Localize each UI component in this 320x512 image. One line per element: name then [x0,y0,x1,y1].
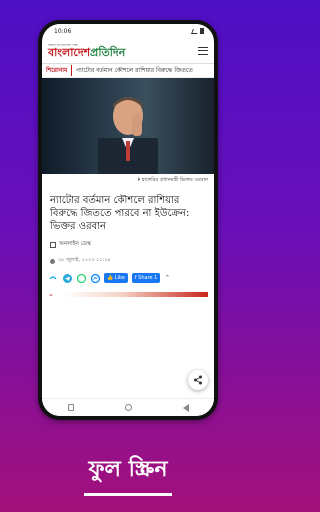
home-icon[interactable] [124,404,132,411]
phone-frame: 10:06 আমরা বাংলাদেশের পক্ষে বাংলাদেশপ্রত… [38,20,218,420]
signal-icon [191,28,199,34]
android-nav-bar [42,398,214,416]
ad-row: ⌄ [42,287,214,301]
article-date: ২৮ জুলাই, ২০২৩ ২১:১৮ [42,253,214,269]
hamburger-icon[interactable] [198,46,208,55]
messenger-icon[interactable] [90,273,100,283]
article-author[interactable]: অনলাইন ডেস্ক [42,237,214,253]
whatsapp-icon[interactable] [76,273,86,283]
share-fab[interactable] [188,370,208,390]
status-bar: 10:06 [42,24,214,38]
fb-share-button[interactable]: f Share 1 [131,273,161,283]
status-icons [191,28,204,34]
recent-apps-icon[interactable] [67,404,74,411]
author-name: অনলাইন ডেস্ক [59,241,91,247]
ad-banner[interactable] [61,291,208,297]
telegram-icon[interactable] [62,273,72,283]
news-ticker[interactable]: শিরোনাম ন্যাটোর বর্তমান কৌশলে রাশিয়ার ব… [42,64,214,78]
ticker-label: শিরোনাম [46,65,73,76]
chevron-up-icon[interactable]: ⌃ [164,274,170,282]
share-icon [194,375,202,385]
share-chevron-icon[interactable] [48,273,58,283]
ticker-text: ন্যাটোর বর্তমান কৌশলে রাশিয়ার বিরুদ্ধে … [76,67,193,74]
article-hero-image [42,78,214,174]
promo-banner-title: ফুল স্ক্রিন [0,452,256,496]
status-time: 10:06 [54,27,72,35]
logo-part-1: বাংলাদেশ [48,45,91,59]
phone-screen: 10:06 আমরা বাংলাদেশের পক্ষে বাংলাদেশপ্রত… [42,24,214,416]
app-logo[interactable]: আমরা বাংলাদেশের পক্ষে বাংলাদেশপ্রতিদিন [48,43,125,59]
app-bar: আমরা বাংলাদেশের পক্ষে বাংলাদেশপ্রতিদিন [42,38,214,64]
image-caption: ⏵ হাঙ্গেরির প্রধানমন্ত্রী ভিক্তর ওরবান [137,177,208,183]
person-photo [98,97,158,174]
fb-like-button[interactable]: 👍 Like [104,273,128,283]
logo-wordmark: বাংলাদেশপ্রতিদিন [48,45,126,59]
back-icon[interactable] [182,403,189,412]
date-text: ২৮ জুলাই, ২০২৩ ২১:১৮ [58,257,111,263]
edit-icon [50,242,56,248]
clock-icon [50,258,55,264]
chevron-down-icon[interactable]: ⌄ [48,290,54,298]
article-headline: ন্যাটোর বর্তমান কৌশলে রাশিয়ার বিরুদ্ধে … [50,195,190,232]
battery-icon [200,28,204,34]
share-bar: 👍 Like f Share 1 ⌃ [42,269,214,287]
logo-part-2: প্রতিদিন [90,45,126,59]
